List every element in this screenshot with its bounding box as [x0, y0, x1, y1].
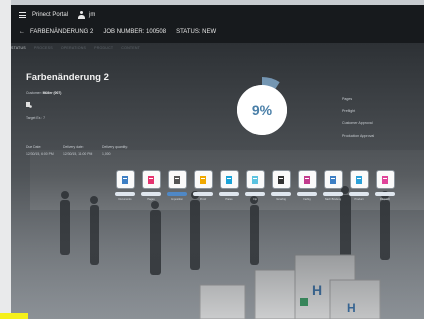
delivery-date-value: 12/30/15, 11:00 PM [63, 152, 93, 156]
step-label: Proof [199, 197, 207, 201]
step-progress-bar [375, 192, 395, 196]
workflow-step-nach-bindung[interactable]: Nach Bindung [322, 170, 344, 201]
step-tile[interactable] [323, 170, 343, 189]
screen: H H Prinect Portal jm ← FARBENÄNDERUNG 2… [0, 0, 424, 319]
step-label: Pages [147, 197, 155, 201]
step-progress-bar [245, 192, 265, 196]
step-progress-bar [323, 192, 343, 196]
job-row: ← FARBENÄNDERUNG 2 JOB NUMBER: 100508 ST… [11, 25, 216, 39]
document-icon [122, 175, 128, 184]
due-date-label: Due Date: [26, 145, 42, 149]
color-icon [304, 175, 310, 184]
hamburger-menu-icon[interactable] [19, 12, 26, 18]
workflow-step-farbig[interactable]: Farbig [296, 170, 318, 201]
step-label: Farbig [303, 197, 311, 201]
step-tile[interactable] [297, 170, 317, 189]
product-icon [356, 175, 362, 184]
step-tile[interactable] [349, 170, 369, 189]
workflow-step-verarbtg[interactable]: Verarbtg [270, 170, 292, 201]
step-tile[interactable] [219, 170, 239, 189]
imposition-icon [174, 175, 180, 184]
tab-bar: STATUS PROCESS OPERATIONS PRODUCT CONTEN… [11, 46, 140, 54]
step-tile[interactable] [271, 170, 291, 189]
step-label: Verarbtg [276, 197, 286, 201]
list-item-preflight: Preflight [342, 109, 356, 114]
app-title: Prinect Portal [32, 12, 69, 18]
step-tile[interactable] [245, 170, 265, 189]
tab-product[interactable]: PRODUCT [94, 46, 113, 54]
tab-process[interactable]: PROCESS [34, 46, 53, 54]
step-tile[interactable] [193, 170, 213, 189]
step-progress-bar [297, 192, 317, 196]
step-tile[interactable] [141, 170, 161, 189]
tab-content[interactable]: CONTENT [121, 46, 140, 54]
step-label: Ctp [252, 197, 258, 201]
workflow-step-ctp[interactable]: Ctp [244, 170, 266, 201]
tab-operations[interactable]: OPERATIONS [61, 46, 86, 54]
user-icon[interactable] [78, 11, 86, 19]
page-icon [148, 175, 154, 184]
job-name: FARBENÄNDERUNG 2 [30, 29, 94, 35]
step-label: Dispatch [379, 197, 391, 201]
approval-list: Pages Preflight Customer Approval Produc… [342, 93, 374, 142]
top-bar: Prinect Portal jm ← FARBENÄNDERUNG 2 JOB… [11, 5, 424, 43]
workflow-step-imposition[interactable]: Imposition [166, 170, 188, 201]
list-item-pages: Pages [342, 97, 353, 101]
delivery-quantity-label: Delivery quantity: [102, 145, 129, 149]
step-label: Imposition [171, 197, 183, 201]
customer-value: Müller (007) [42, 91, 62, 95]
step-progress-bar [349, 192, 369, 196]
workflow-step-plates[interactable]: Plates [218, 170, 240, 201]
step-tile[interactable] [115, 170, 135, 189]
step-label: Product [354, 197, 364, 201]
left-edge-panel [0, 0, 11, 319]
step-label: Plates [225, 197, 233, 201]
workflow-step-dispatch[interactable]: Dispatch [374, 170, 396, 201]
customer-label: Customer: [26, 91, 42, 95]
job-title: Farbenänderung 2 [26, 72, 109, 83]
step-progress-bar [193, 192, 213, 196]
binding-icon [330, 175, 336, 184]
delivery-quantity-value: 1,000 [102, 152, 111, 156]
document-pin-icon [26, 102, 32, 108]
list-item-production-approval: Production Approval [342, 133, 375, 138]
user-name[interactable]: jm [89, 12, 95, 18]
customer-line: Customer: Müller (007) [26, 91, 61, 95]
back-arrow-icon[interactable]: ← [19, 29, 25, 35]
title-row: Prinect Portal jm [11, 8, 95, 22]
delivery-date-label: Delivery date: [63, 145, 84, 149]
step-label: Nach Bindung [324, 197, 342, 201]
proof-icon [200, 175, 206, 184]
step-label: Documents [118, 197, 132, 201]
ctp-icon [252, 175, 258, 184]
workflow-step-product[interactable]: Product [348, 170, 370, 201]
workflow-step-proof[interactable]: Proof [192, 170, 214, 201]
step-progress-bar [271, 192, 291, 196]
target-label: Target Ex.: 7 [26, 116, 46, 120]
step-progress-bar [167, 192, 187, 196]
workflow-steps: Documents Pages Imposition Proof Plates Ctp Ve… [114, 170, 396, 201]
step-progress-bar [115, 192, 135, 196]
tab-status[interactable]: STATUS [11, 46, 26, 54]
job-number: JOB NUMBER: 100508 [103, 29, 167, 35]
due-date-value: 12/30/15, 6:00 PM [26, 152, 54, 156]
step-progress-bar [219, 192, 239, 196]
progress-percent: 9% [251, 102, 273, 118]
plates-icon [226, 175, 232, 184]
step-tile[interactable] [167, 170, 187, 189]
workflow-step-documents[interactable]: Documents [114, 170, 136, 201]
progress-indicator: 9% [228, 76, 296, 144]
workflow-step-pages[interactable]: Pages [140, 170, 162, 201]
dispatch-icon [382, 175, 388, 184]
job-status: STATUS: NEW [176, 29, 217, 35]
taskbar-highlight [0, 313, 28, 319]
step-tile[interactable] [375, 170, 395, 189]
list-item-customer-approval: Customer Approval [342, 121, 373, 126]
verarbeitung-icon [278, 175, 284, 184]
step-progress-bar [141, 192, 161, 196]
